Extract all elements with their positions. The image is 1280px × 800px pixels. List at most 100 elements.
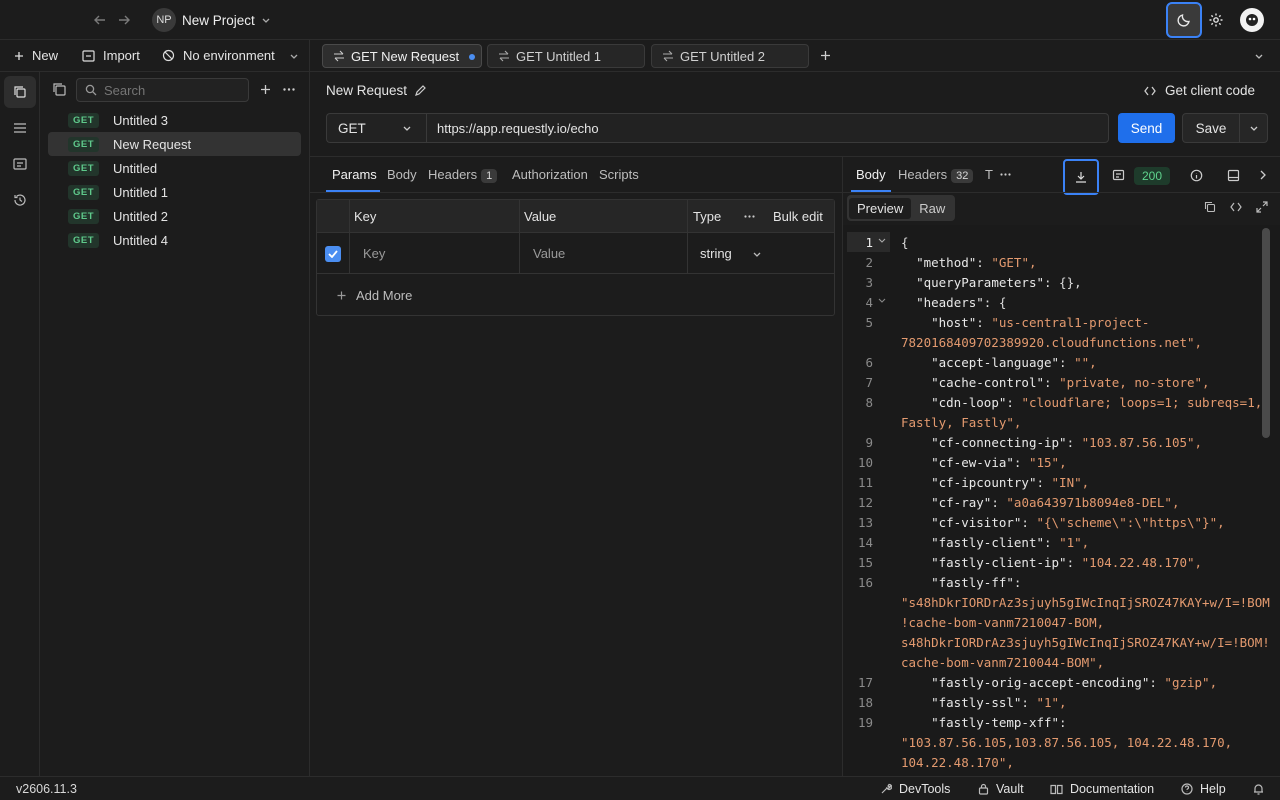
help-label: Help <box>1200 782 1226 796</box>
tab-untitled-2[interactable]: GET Untitled 2 <box>651 44 809 68</box>
save-options-chevron-icon[interactable] <box>1240 123 1267 133</box>
response-tab-truncated[interactable]: T <box>985 167 993 182</box>
new-label: New <box>32 48 59 63</box>
params-table: Key Value Type Bulk edit Key Value strin… <box>316 199 835 316</box>
add-collection-plus-icon[interactable] <box>260 84 271 95</box>
json-string: "gzip", <box>1164 675 1218 690</box>
method-tag: GET <box>68 184 100 200</box>
json-string: "104.22.48.170", <box>1081 555 1203 570</box>
save-button-group: Save <box>1182 113 1268 143</box>
help-button[interactable]: Help <box>1181 782 1226 796</box>
tab-headers[interactable]: Headers 1 <box>428 167 498 183</box>
line-number: 2 <box>865 255 873 270</box>
back-arrow-icon[interactable] <box>93 13 107 27</box>
param-enabled-checkbox[interactable] <box>325 246 341 262</box>
json-punct: : {}, <box>1044 275 1082 290</box>
forward-arrow-icon[interactable] <box>117 13 131 27</box>
tab-scripts[interactable]: Scripts <box>599 167 639 182</box>
collections-rail-button[interactable] <box>4 76 36 108</box>
documentation-button[interactable]: Documentation <box>1050 782 1154 796</box>
code-brackets-icon[interactable] <box>1230 202 1242 212</box>
sidebar-item-untitled-4[interactable]: GET Untitled 4 <box>48 228 301 252</box>
search-input[interactable] <box>104 82 234 98</box>
more-options-icon[interactable] <box>283 88 295 91</box>
top-bar: NP New Project <box>0 0 1280 40</box>
expand-icon[interactable] <box>1256 201 1268 213</box>
tab-untitled-1[interactable]: GET Untitled 1 <box>487 44 645 68</box>
json-key: "cf-connecting-ip" <box>931 435 1067 450</box>
json-key: "fastly-temp-xff" <box>931 715 1060 730</box>
sidebar-item-untitled-2[interactable]: GET Untitled 2 <box>48 204 301 228</box>
no-environment-icon <box>162 49 175 62</box>
request-name: Untitled 1 <box>113 184 168 200</box>
search-box[interactable] <box>76 78 249 102</box>
chevron-right-icon[interactable] <box>1258 169 1268 181</box>
json-string-continuation: cache-bom-vanm7210044-BOM", <box>901 655 1105 670</box>
tab-params[interactable]: Params <box>332 167 377 182</box>
history-icon[interactable] <box>13 193 27 207</box>
response-tab-headers[interactable]: Headers 32 <box>898 167 974 183</box>
send-button[interactable]: Send <box>1118 113 1175 143</box>
scrollbar-thumb[interactable] <box>1262 228 1270 438</box>
chevron-down-icon <box>289 51 299 61</box>
sidebar-item-untitled-1[interactable]: GET Untitled 1 <box>48 180 301 204</box>
param-type-select[interactable]: string <box>700 246 762 261</box>
method-tag: GET <box>68 112 100 128</box>
theme-toggle-button[interactable] <box>1166 2 1202 38</box>
import-button[interactable]: Import <box>82 48 140 63</box>
download-icon <box>1075 171 1087 183</box>
request-title[interactable]: New Request <box>326 83 426 98</box>
environment-card-icon[interactable] <box>13 158 27 170</box>
vault-button[interactable]: Vault <box>978 782 1024 796</box>
collections-sidebar: GET Untitled 3 GET New Request GET Untit… <box>40 72 310 776</box>
project-switcher[interactable]: NP New Project <box>152 8 271 32</box>
line-number: 3 <box>865 275 873 290</box>
new-tab-plus-icon[interactable] <box>820 50 831 61</box>
url-input[interactable]: https://app.requestly.io/echo <box>426 113 1109 143</box>
raw-toggle[interactable]: Raw <box>911 198 953 219</box>
line-number: 15 <box>857 555 873 570</box>
response-tab-body[interactable]: Body <box>856 167 886 182</box>
lock-icon <box>978 783 989 795</box>
save-button[interactable]: Save <box>1183 121 1239 136</box>
param-value-input[interactable]: Value <box>533 246 565 261</box>
fold-chevron-icon[interactable] <box>878 296 886 304</box>
tab-authorization[interactable]: Authorization <box>512 167 588 182</box>
param-key-input[interactable]: Key <box>363 246 385 261</box>
more-options-icon[interactable] <box>744 215 755 218</box>
bulk-edit-button[interactable]: Bulk edit <box>773 209 823 224</box>
layout-toggle-icon[interactable] <box>1227 169 1240 182</box>
plus-icon <box>337 291 346 300</box>
copy-icon[interactable] <box>1204 201 1216 213</box>
fold-chevron-icon[interactable] <box>878 236 886 244</box>
add-more-button[interactable]: Add More <box>337 288 412 303</box>
request-name: Untitled 2 <box>113 208 168 224</box>
response-body-viewer[interactable]: 1 { 2 "method": "GET", 3 "queryParameter… <box>843 225 1280 776</box>
tab-new-request[interactable]: GET New Request <box>322 44 482 68</box>
tab-body[interactable]: Body <box>387 167 417 182</box>
sidebar-item-untitled[interactable]: GET Untitled <box>48 156 301 180</box>
tabs-overflow-chevron-icon[interactable] <box>1254 51 1264 61</box>
method-tag: GET <box>68 136 100 152</box>
method-select[interactable]: GET <box>326 113 426 143</box>
sidebar-item-untitled-3[interactable]: GET Untitled 3 <box>48 108 301 132</box>
user-avatar[interactable] <box>1240 8 1264 32</box>
code-brackets-icon <box>1144 86 1156 96</box>
preview-toggle[interactable]: Preview <box>849 197 912 219</box>
get-client-code-button[interactable]: Get client code <box>1144 83 1255 98</box>
save-example-icon[interactable] <box>1112 169 1125 182</box>
new-button[interactable]: New <box>14 48 58 63</box>
code-line: { <box>901 235 909 250</box>
pencil-icon[interactable] <box>414 84 426 97</box>
notification-bell-icon[interactable] <box>1253 783 1264 795</box>
environment-selector[interactable]: No environment <box>162 48 299 63</box>
info-icon[interactable] <box>1190 169 1203 182</box>
devtools-button[interactable]: DevTools <box>880 782 950 796</box>
collection-icon[interactable] <box>53 83 66 96</box>
download-response-button[interactable] <box>1063 159 1099 195</box>
more-tabs-icon[interactable] <box>1000 173 1011 176</box>
code-line: "fastly-client": "1", <box>931 535 1090 550</box>
sidebar-item-new-request[interactable]: GET New Request <box>48 132 301 156</box>
layers-icon[interactable] <box>13 122 27 134</box>
gear-icon[interactable] <box>1208 12 1224 28</box>
